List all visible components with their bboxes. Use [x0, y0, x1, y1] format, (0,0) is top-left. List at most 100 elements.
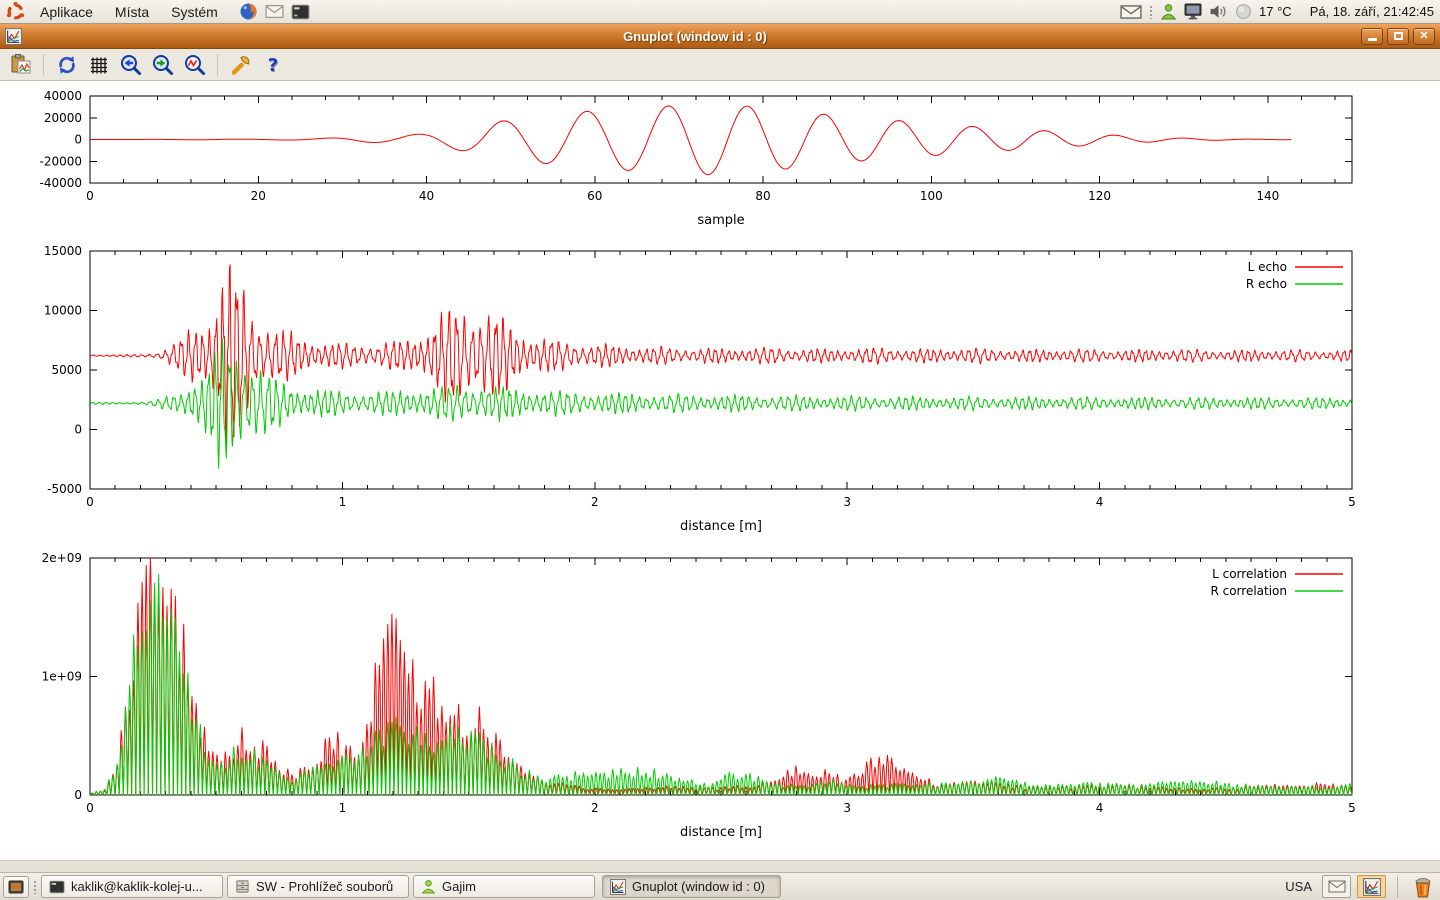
mail-notification-icon[interactable]	[1322, 875, 1351, 898]
x-tick-label: 1	[339, 801, 347, 815]
x-tick-label: 2	[591, 495, 599, 509]
x-tick-label: 0	[86, 801, 94, 815]
menu-places[interactable]: Místa	[104, 2, 160, 22]
zoom-icon[interactable]	[181, 51, 208, 78]
x-tick-label: 100	[920, 189, 943, 203]
maximize-icon[interactable]	[1387, 28, 1409, 45]
terminal-icon[interactable]	[291, 4, 310, 20]
menu-system[interactable]: Systém	[160, 2, 229, 22]
y-tick-label: 5000	[51, 363, 82, 377]
y-tick-label: -40000	[39, 176, 82, 190]
terminal-icon	[49, 880, 65, 894]
volume-icon[interactable]	[1209, 3, 1228, 20]
x-tick-label: 3	[843, 801, 851, 815]
panel-menus: Aplikace Místa Systém	[29, 2, 229, 22]
plot-border	[90, 558, 1352, 795]
y-tick-label: 10000	[44, 304, 82, 318]
gnuplot-icon	[610, 879, 626, 895]
y-tick-label: 0	[74, 423, 82, 437]
minimize-icon[interactable]	[1361, 28, 1383, 45]
gnuplot-window-titlebar[interactable]: Gnuplot (window id : 0) ✕	[0, 24, 1440, 49]
weather-icon[interactable]	[1235, 3, 1252, 20]
y-tick-label: 0	[74, 133, 82, 147]
y-tick-label: 1e+09	[42, 670, 82, 684]
taskbar-item-gajim[interactable]: Gajim	[413, 875, 595, 898]
mail-tray-icon[interactable]	[1120, 4, 1142, 20]
tray-grip-handle[interactable]	[1149, 5, 1153, 19]
x-tick-label: 40	[419, 189, 434, 203]
menu-applications[interactable]: Aplikace	[29, 2, 104, 22]
x-axis-label: distance [m]	[680, 519, 762, 534]
x-tick-label: 20	[251, 189, 266, 203]
taskbar-divider	[1397, 876, 1398, 898]
zoom-next-icon[interactable]	[149, 51, 176, 78]
clock[interactable]: Pá, 18. září, 21:42:45	[1310, 4, 1434, 19]
taskbar-item-terminal[interactable]: kaklik@kaklik-kolej-u...	[41, 875, 223, 898]
gnuplot-chart-icon[interactable]	[1357, 875, 1386, 898]
replot-icon[interactable]	[53, 51, 80, 78]
x-tick-label: 4	[1096, 495, 1104, 509]
mail-icon[interactable]	[265, 4, 284, 19]
x-tick-label: 5	[1348, 801, 1356, 815]
legend-label: R correlation	[1210, 584, 1287, 598]
taskbar-grip-handle[interactable]	[33, 880, 37, 894]
zoom-previous-icon[interactable]	[117, 51, 144, 78]
svg-text:?: ?	[267, 55, 277, 76]
series-R-correlation	[90, 574, 1352, 795]
window-title: Gnuplot (window id : 0)	[0, 29, 1390, 44]
x-tick-label: 2	[591, 801, 599, 815]
gajim-tray-icon[interactable]	[1160, 3, 1177, 20]
y-tick-label: 20000	[44, 111, 82, 125]
display-tray-icon[interactable]	[1184, 3, 1202, 20]
taskbar-item-file-browser[interactable]: SW - Prohlížeč souborů	[227, 875, 409, 898]
help-icon[interactable]: ? ?	[259, 51, 286, 78]
toolbar-separator	[217, 54, 218, 76]
show-desktop-button[interactable]	[3, 876, 29, 898]
copy-to-clipboard-icon[interactable]	[7, 51, 34, 78]
panel-launchers	[239, 2, 310, 21]
firefox-icon[interactable]	[239, 2, 258, 21]
y-tick-label: 0	[74, 788, 82, 802]
weather-temp[interactable]: 17 °C	[1259, 4, 1292, 19]
plot-3: 01234501e+092e+09distance [m]L correlati…	[42, 551, 1356, 840]
taskbar-item-gnuplot[interactable]: Gnuplot (window id : 0)	[602, 875, 781, 898]
top-panel: Aplikace Místa Systém	[0, 0, 1440, 24]
gnuplot-toolbar: ? ?	[0, 49, 1440, 81]
plot-1: 0 20 40 60 80 100 120 140 -40000 -20000 0 20000 4000…	[39, 89, 1352, 228]
legend-label: L correlation	[1212, 567, 1287, 581]
settings-icon[interactable]	[227, 51, 254, 78]
legend-label: L echo	[1248, 260, 1287, 274]
x-tick-label: 60	[587, 189, 602, 203]
legend-label: R echo	[1246, 277, 1287, 291]
grid-icon[interactable]	[85, 51, 112, 78]
y-tick-label: -5000	[47, 482, 82, 496]
close-icon[interactable]: ✕	[1413, 28, 1435, 45]
x-tick-label: 0	[86, 495, 94, 509]
file-manager-icon	[235, 879, 250, 894]
x-tick-label: 5	[1348, 495, 1356, 509]
keyboard-layout-indicator[interactable]: USA	[1281, 879, 1316, 894]
x-tick-label: 120	[1088, 189, 1111, 203]
x-tick-label: 1	[339, 495, 347, 509]
x-tick-label: 3	[843, 495, 851, 509]
x-tick-label: 0	[86, 189, 94, 203]
gnuplot-canvas[interactable]: 020406080100120140-40000-200000200004000…	[0, 81, 1440, 860]
gajim-icon	[421, 879, 436, 894]
series-signal	[90, 106, 1291, 175]
series-L-correlation	[90, 558, 1352, 795]
ubuntu-menu-icon[interactable]	[6, 2, 25, 21]
y-tick-label: -20000	[39, 154, 82, 168]
x-tick-label: 80	[755, 189, 770, 203]
plot-2: 0 1 2 3 4 5 -5000 0 5000 10000 15000 distance [m] L …	[44, 244, 1356, 534]
x-tick-label: 4	[1096, 801, 1104, 815]
trash-icon[interactable]	[1409, 874, 1437, 900]
y-tick-label: 2e+09	[42, 551, 82, 565]
y-tick-label: 15000	[44, 244, 82, 258]
x-tick-label: 140	[1256, 189, 1279, 203]
bottom-taskbar: kaklik@kaklik-kolej-u... SW - Prohlížeč …	[0, 872, 1440, 900]
plots-svg[interactable]: 020406080100120140-40000-200000200004000…	[0, 81, 1440, 860]
window-icon	[5, 28, 22, 45]
window-bottom-edge	[0, 860, 1440, 872]
y-tick-label: 40000	[44, 89, 82, 103]
x-axis-label: sample	[697, 213, 744, 228]
